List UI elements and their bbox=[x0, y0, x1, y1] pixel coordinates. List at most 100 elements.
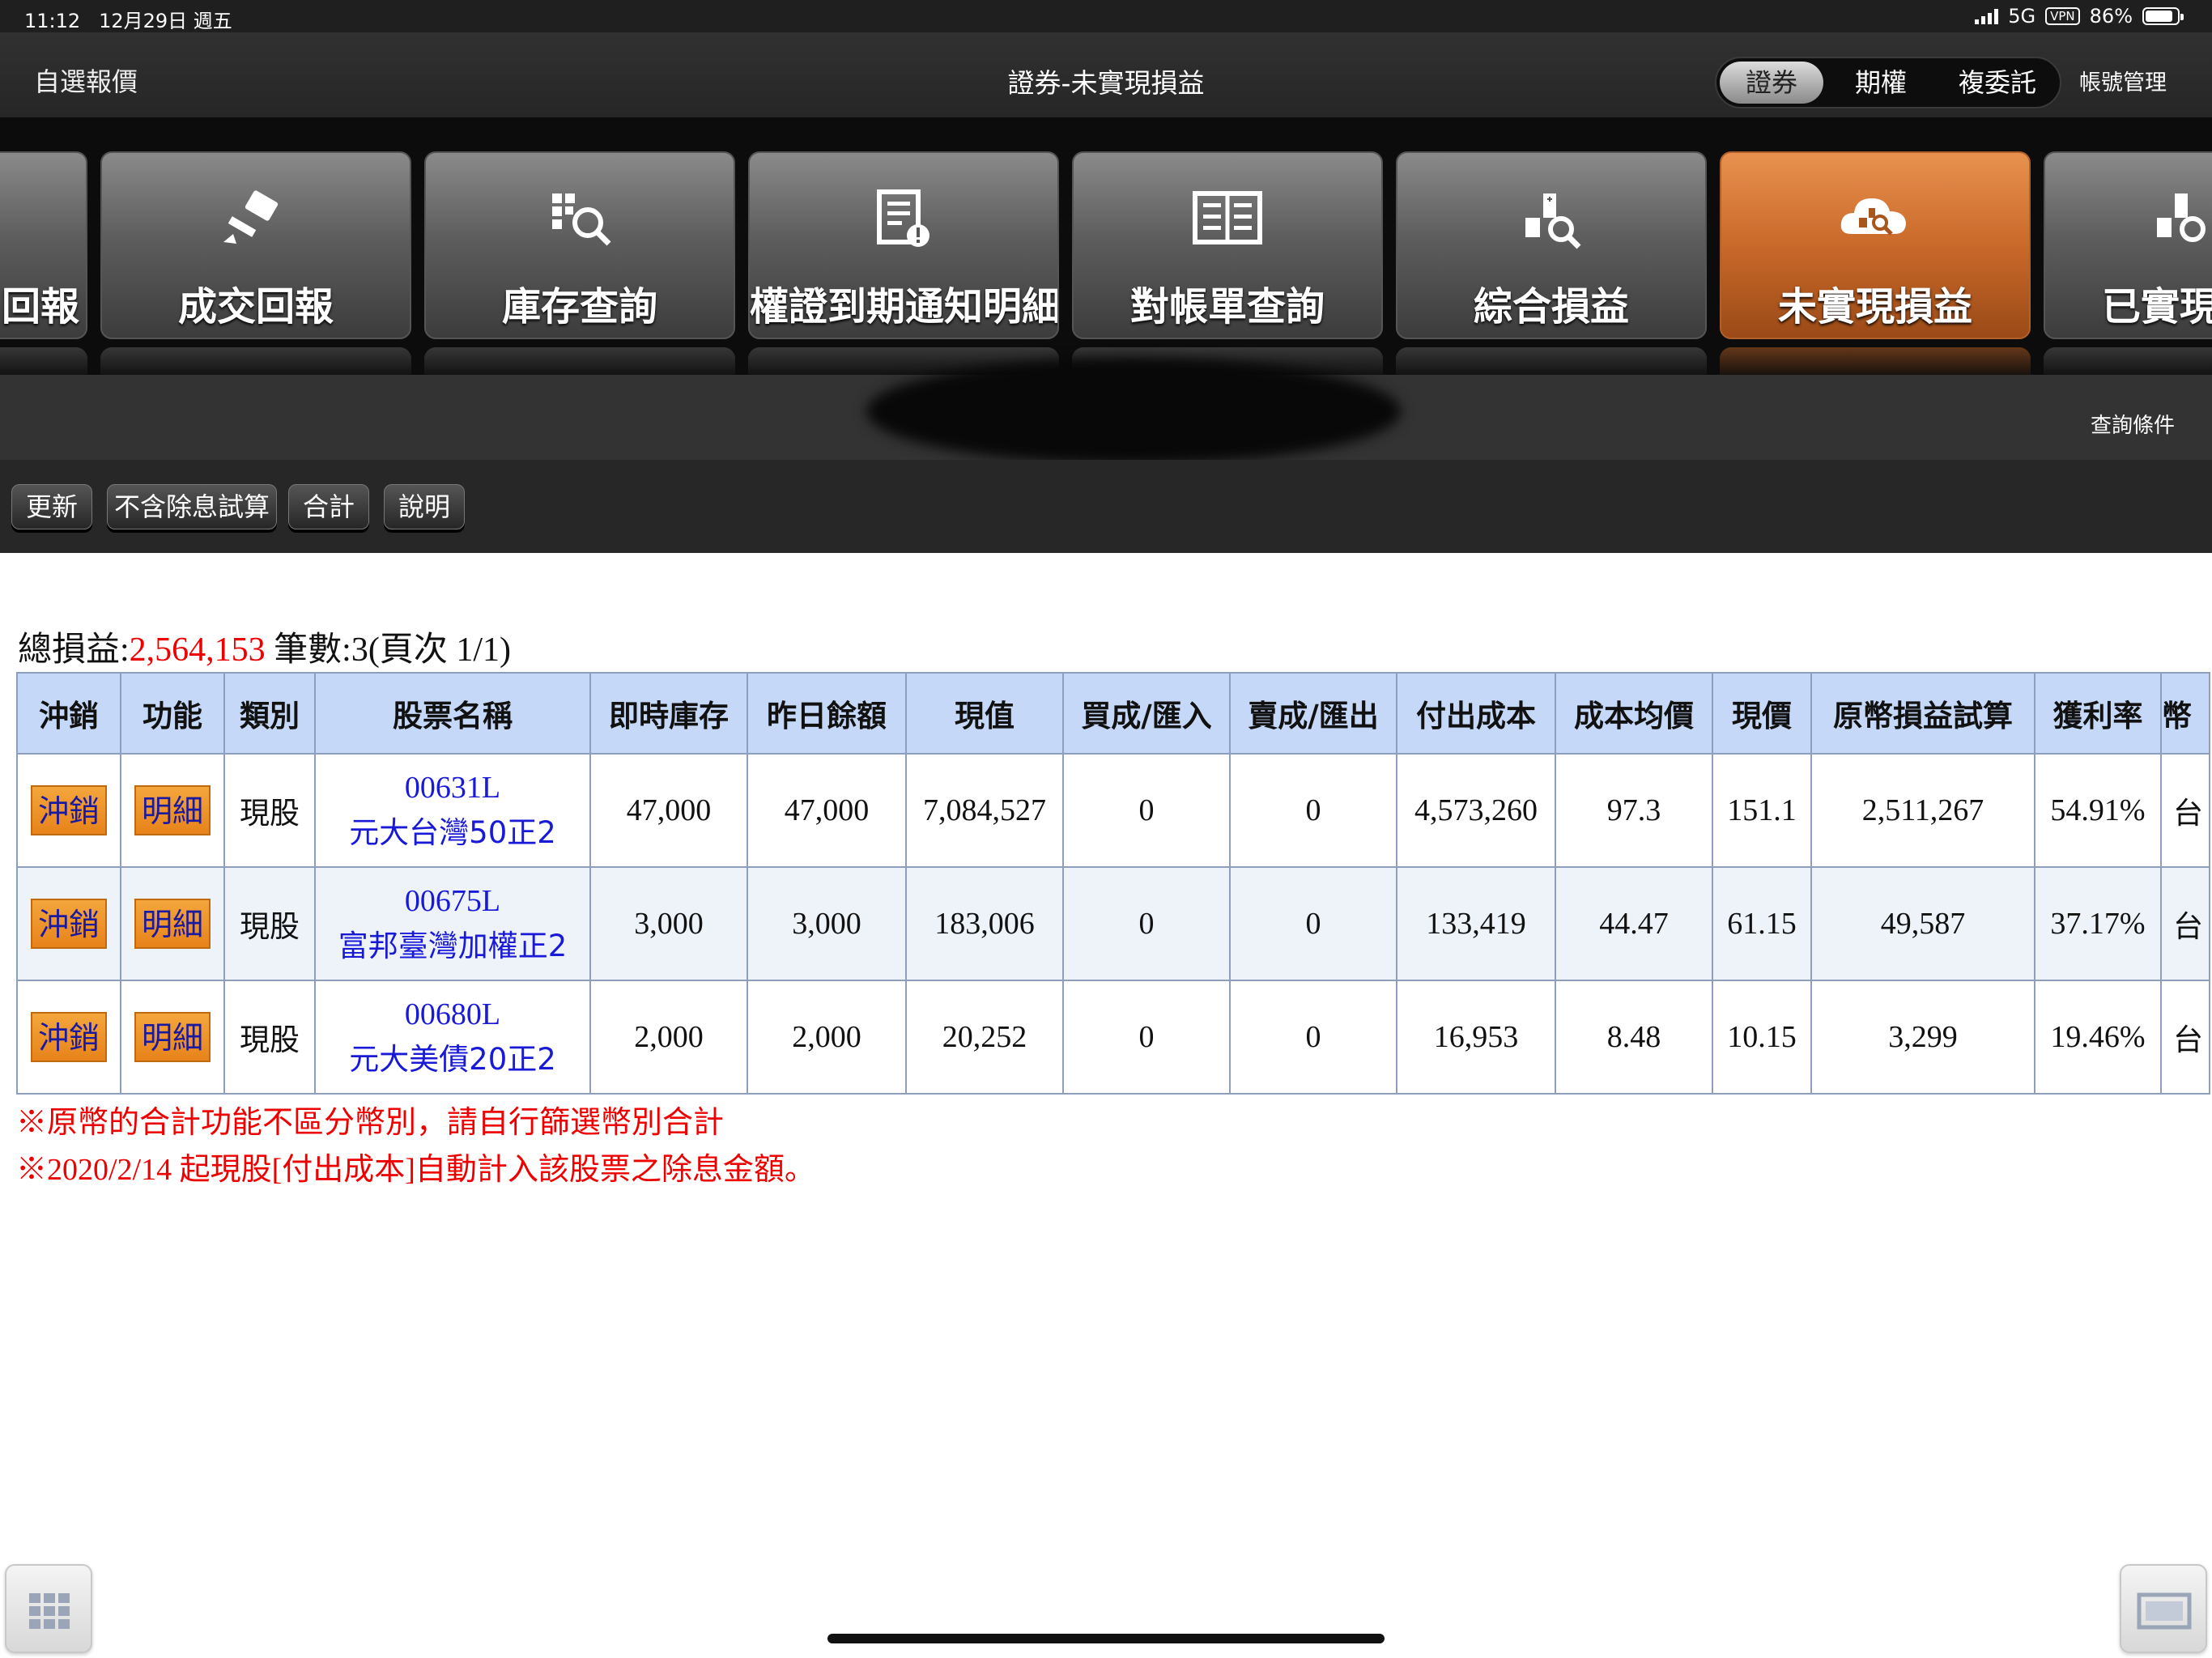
keypad-button[interactable] bbox=[5, 1564, 92, 1653]
table-header-row: 沖銷 功能 類別 股票名稱 即時庫存 昨日餘額 現值 買成/匯入 賣成/匯出 付… bbox=[16, 672, 2210, 755]
segment-securities[interactable]: 證券 bbox=[1720, 62, 1823, 104]
cell-stock[interactable]: 00675L 富邦臺灣加權正2 bbox=[314, 866, 591, 981]
func-label: 已實現 bbox=[2102, 284, 2212, 329]
hammer-icon bbox=[102, 185, 410, 253]
screen-icon bbox=[2137, 1592, 2192, 1630]
help-button[interactable]: 說明 bbox=[384, 484, 465, 529]
table-row: 沖銷 明細 現股 00680L 元大美債20正2 2,000 2,000 20,2… bbox=[16, 980, 2210, 1095]
header-price: 現價 bbox=[1712, 672, 1812, 755]
cell-cost: 16,953 bbox=[1396, 980, 1556, 1095]
cloud-search-icon bbox=[1721, 185, 2029, 253]
summary-count-label: 筆數: bbox=[274, 631, 351, 669]
detail-button[interactable]: 明細 bbox=[134, 1012, 211, 1062]
stock-name[interactable]: 元大台灣50正2 bbox=[317, 810, 589, 856]
cell-currency: 台 bbox=[2160, 980, 2210, 1095]
cell-rate: 19.46% bbox=[2034, 980, 2162, 1095]
cell-inventory: 2,000 bbox=[589, 980, 748, 1095]
cell-stock[interactable]: 00680L 元大美債20正2 bbox=[314, 980, 591, 1095]
segment-options[interactable]: 期權 bbox=[1828, 58, 1933, 107]
exclude-dividend-button[interactable]: 不含除息試算 bbox=[107, 484, 277, 529]
cell-prev-balance: 3,000 bbox=[747, 866, 907, 981]
header-stock-name: 股票名稱 bbox=[314, 672, 591, 755]
func-button-statement-query[interactable]: 對帳單查詢 bbox=[1072, 151, 1383, 339]
func-button-overall-pnl[interactable]: 綜合損益 bbox=[1396, 151, 1707, 339]
cell-currency: 台 bbox=[2160, 753, 2210, 868]
stock-code[interactable]: 00680L bbox=[317, 992, 589, 1037]
stock-code[interactable]: 00631L bbox=[317, 765, 589, 810]
signal-icon bbox=[1975, 8, 1999, 24]
stock-code[interactable]: 00675L bbox=[317, 878, 589, 924]
header-prev-balance: 昨日餘額 bbox=[747, 672, 907, 755]
summary-line: 總損益:2,564,153 筆數:3(頁次 1/1) bbox=[18, 622, 511, 671]
func-button-inventory-query[interactable]: 庫存查詢 bbox=[424, 151, 735, 339]
doc-alert-icon bbox=[750, 185, 1057, 253]
cell-avg-cost: 8.48 bbox=[1555, 980, 1713, 1095]
header-avg-cost: 成本均價 bbox=[1555, 672, 1713, 755]
cell-cost: 4,573,260 bbox=[1396, 753, 1556, 868]
screen-toggle-button[interactable] bbox=[2120, 1564, 2207, 1653]
detail-button[interactable]: 明細 bbox=[134, 785, 211, 835]
header-inventory: 即時庫存 bbox=[589, 672, 748, 755]
cell-inventory: 3,000 bbox=[589, 866, 748, 981]
reflection bbox=[1396, 347, 1707, 375]
stock-name[interactable]: 元大美債20正2 bbox=[317, 1037, 589, 1082]
offset-button[interactable]: 沖銷 bbox=[31, 785, 107, 835]
redaction-mark bbox=[866, 359, 1401, 464]
cell-currency: 台 bbox=[2160, 866, 2210, 981]
cell-function: 明細 bbox=[120, 753, 225, 868]
account-management-button[interactable]: 帳號管理 bbox=[2079, 65, 2167, 96]
header-value: 現值 bbox=[905, 672, 1064, 755]
reflection bbox=[0, 347, 87, 375]
func-button-order-report[interactable]: 回報 bbox=[0, 151, 87, 339]
offset-button[interactable]: 沖銷 bbox=[31, 1012, 107, 1062]
header-buy: 買成/匯入 bbox=[1062, 672, 1231, 755]
app-root: { "status": {"time": "11:12", "date": "1… bbox=[0, 0, 2212, 1658]
market-segmented-control: 證券 期權 複委託 bbox=[1715, 57, 2061, 108]
summary-page: (頁次 1/1) bbox=[368, 631, 511, 669]
reflection bbox=[424, 347, 735, 375]
summary-count-value: 3 bbox=[351, 631, 368, 669]
func-label: 回報 bbox=[1, 284, 79, 329]
cell-buy: 0 bbox=[1062, 753, 1231, 868]
title-bar: 自選報價 證券-未實現損益 證券 期權 複委託 帳號管理 bbox=[0, 32, 2212, 117]
detail-button[interactable]: 明細 bbox=[134, 899, 211, 949]
offset-button[interactable]: 沖銷 bbox=[31, 899, 107, 949]
func-button-unrealized-pnl[interactable]: 未實現損益 bbox=[1720, 151, 2031, 339]
keypad-icon bbox=[29, 1593, 70, 1629]
cell-offset: 沖銷 bbox=[16, 980, 121, 1095]
calc-search-icon-2 bbox=[2045, 185, 2212, 253]
home-indicator[interactable] bbox=[827, 1634, 1385, 1643]
reflection bbox=[2044, 347, 2212, 375]
function-button-bar: 回報 成交回報 庫存查詢 權證到期通知明細 對帳單查詢 綜合損益 未實現損益 已… bbox=[0, 117, 2212, 375]
cell-avg-cost: 44.47 bbox=[1555, 866, 1713, 981]
status-time: 11:12 bbox=[24, 10, 81, 32]
footnotes: ※原幣的合計功能不區分幣別，請自行篩選幣別合計 ※2020/2/14 起現股[付… bbox=[16, 1099, 815, 1193]
cell-stock[interactable]: 00631L 元大台灣50正2 bbox=[314, 753, 591, 868]
cell-prev-balance: 47,000 bbox=[747, 753, 907, 868]
header-offset: 沖銷 bbox=[16, 672, 121, 755]
func-button-realized-pnl[interactable]: 已實現 bbox=[2044, 151, 2212, 339]
cell-value: 183,006 bbox=[905, 866, 1064, 981]
reflection bbox=[100, 347, 411, 375]
func-label: 未實現損益 bbox=[1777, 284, 1972, 329]
header-kind: 類別 bbox=[223, 672, 316, 755]
status-indicators: 5G VPN 86% bbox=[1975, 5, 2184, 28]
table-row: 沖銷 明細 現股 00675L 富邦臺灣加權正2 3,000 3,000 183,… bbox=[16, 866, 2210, 981]
func-button-warrant-expiry[interactable]: 權證到期通知明細 bbox=[748, 151, 1059, 339]
stock-name[interactable]: 富邦臺灣加權正2 bbox=[317, 924, 589, 969]
cell-prev-balance: 2,000 bbox=[747, 980, 907, 1095]
cell-cost: 133,419 bbox=[1396, 866, 1556, 981]
total-button[interactable]: 合計 bbox=[288, 484, 369, 529]
query-condition-button[interactable]: 查詢條件 bbox=[2091, 409, 2175, 439]
func-button-trade-report[interactable]: 成交回報 bbox=[100, 151, 411, 339]
segment-subbrokerage[interactable]: 複委託 bbox=[1937, 58, 2058, 107]
cell-avg-cost: 97.3 bbox=[1555, 753, 1713, 868]
header-function: 功能 bbox=[120, 672, 225, 755]
func-label: 成交回報 bbox=[177, 284, 334, 329]
battery-percent: 86% bbox=[2089, 5, 2133, 28]
refresh-button[interactable]: 更新 bbox=[11, 484, 92, 529]
summary-total-value: 2,564,153 bbox=[129, 631, 266, 669]
cell-function: 明細 bbox=[120, 866, 225, 981]
header-rate: 獲利率 bbox=[2034, 672, 2162, 755]
footnote: ※2020/2/14 起現股[付出成本]自動計入該股票之除息金額。 bbox=[16, 1153, 815, 1187]
